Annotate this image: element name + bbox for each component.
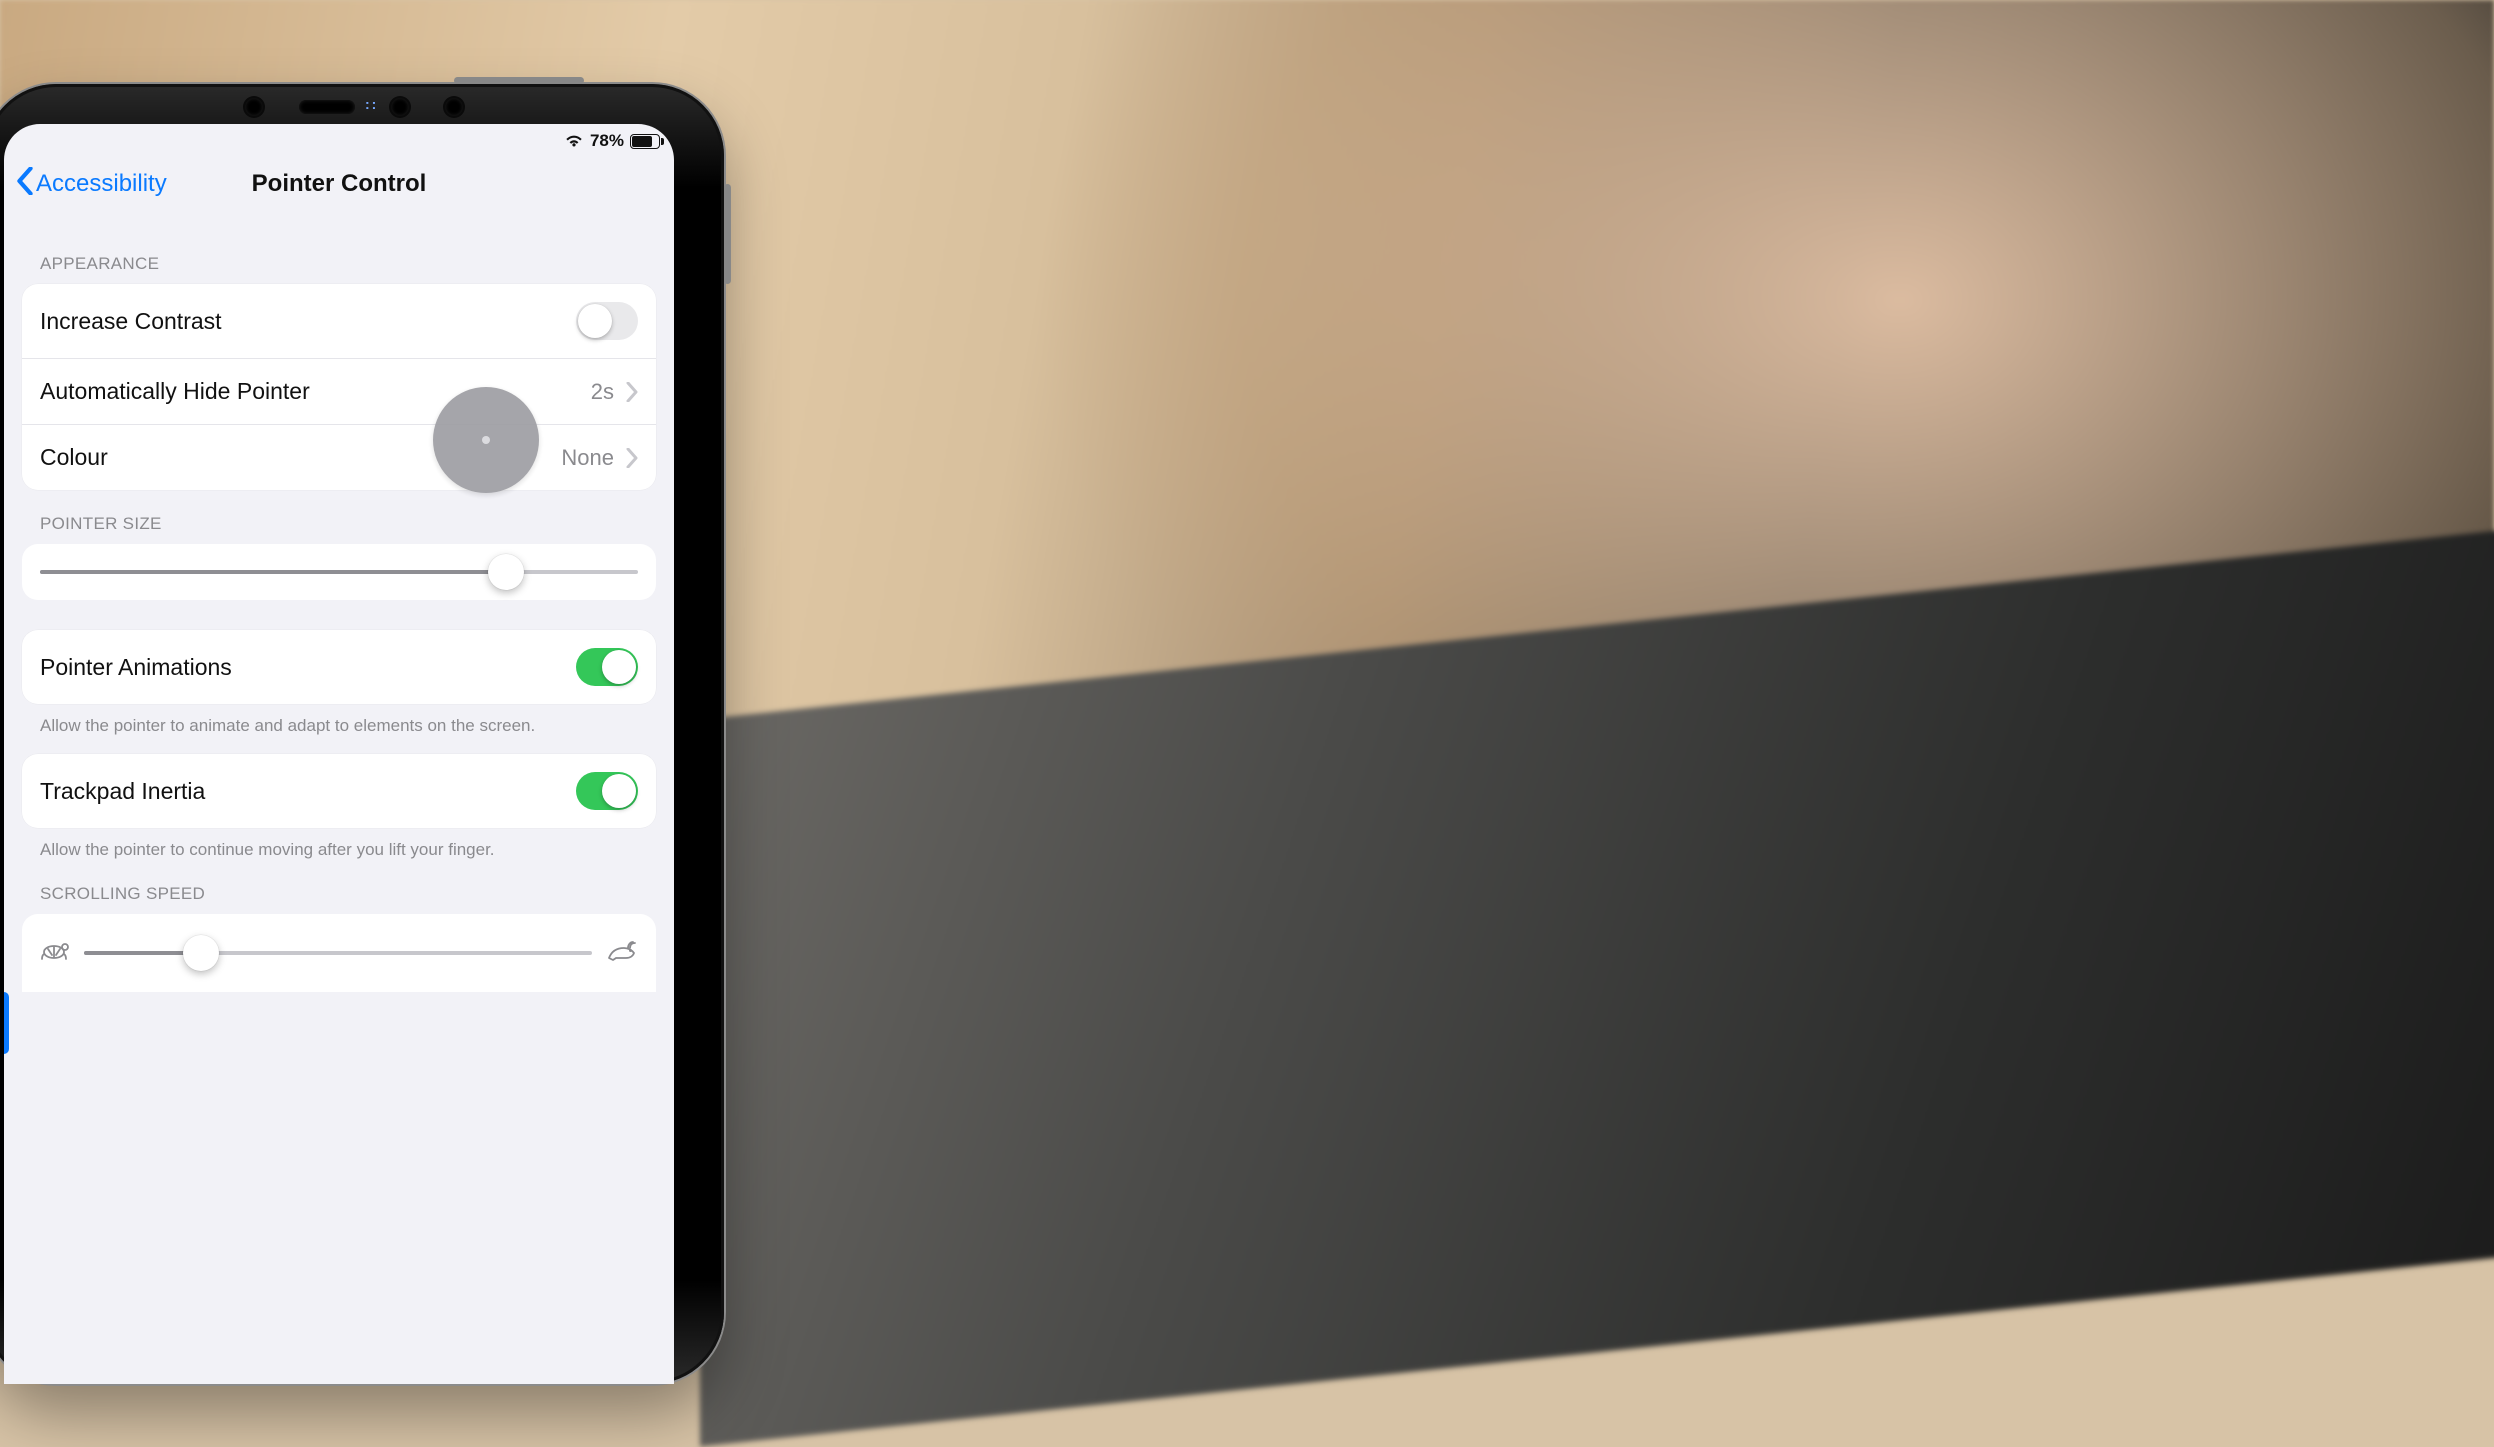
pointer-size-slider-row (22, 544, 656, 600)
pointer-animations-footnote: Allow the pointer to animate and adapt t… (22, 704, 656, 736)
row-label: Trackpad Inertia (40, 778, 205, 805)
screen: 78% Accessibility Pointer Control APPEAR… (4, 124, 674, 1384)
pointer-size-slider[interactable] (40, 570, 638, 574)
back-button-label: Accessibility (36, 170, 167, 198)
trackpad-inertia-footnote: Allow the pointer to continue moving aft… (22, 828, 656, 860)
section-header-appearance: APPEARANCE (22, 230, 656, 284)
row-trackpad-inertia[interactable]: Trackpad Inertia (22, 754, 656, 828)
row-label: Colour (40, 444, 108, 471)
back-button[interactable]: Accessibility (16, 167, 167, 202)
row-value: 2s (591, 379, 614, 405)
row-label: Automatically Hide Pointer (40, 378, 310, 405)
scrolling-speed-slider[interactable] (84, 951, 592, 955)
appearance-group: Increase Contrast Automatically Hide Poi… (22, 284, 656, 490)
ipad-device-frame: :: 78% Accessibility Pointer Control APP… (0, 84, 724, 1384)
battery-fill (632, 136, 652, 147)
device-volume-button (454, 77, 584, 84)
increase-contrast-switch[interactable] (576, 302, 638, 340)
trackpad-inertia-switch[interactable] (576, 772, 638, 810)
chevron-left-icon (16, 167, 34, 202)
device-sensor-array: :: (245, 98, 463, 116)
device-side-button (724, 184, 731, 284)
row-value: None (561, 445, 614, 471)
row-label: Pointer Animations (40, 654, 232, 681)
nav-bar: Accessibility Pointer Control (4, 156, 674, 212)
scrolling-speed-slider-row (22, 914, 656, 992)
pointer-cursor-preview (433, 387, 539, 493)
section-header-scrolling-speed: SCROLLING SPEED (22, 860, 656, 914)
battery-percent-label: 78% (590, 131, 624, 151)
wifi-icon (564, 134, 584, 148)
section-header-pointer-size: POINTER SIZE (22, 490, 656, 544)
chevron-right-icon (626, 382, 638, 402)
pointer-animations-switch[interactable] (576, 648, 638, 686)
trackpad-inertia-group: Trackpad Inertia (22, 754, 656, 828)
battery-icon (630, 134, 660, 149)
hare-icon (606, 940, 638, 966)
tortoise-icon (40, 940, 70, 966)
scroll-indicator (4, 992, 9, 1054)
row-label: Increase Contrast (40, 308, 222, 335)
row-colour[interactable]: Colour None (22, 424, 656, 490)
row-increase-contrast[interactable]: Increase Contrast (22, 284, 656, 358)
status-bar: 78% (4, 124, 674, 156)
row-auto-hide-pointer[interactable]: Automatically Hide Pointer 2s (22, 358, 656, 424)
chevron-right-icon (626, 448, 638, 468)
pointer-animations-group: Pointer Animations (22, 630, 656, 704)
row-pointer-animations[interactable]: Pointer Animations (22, 630, 656, 704)
